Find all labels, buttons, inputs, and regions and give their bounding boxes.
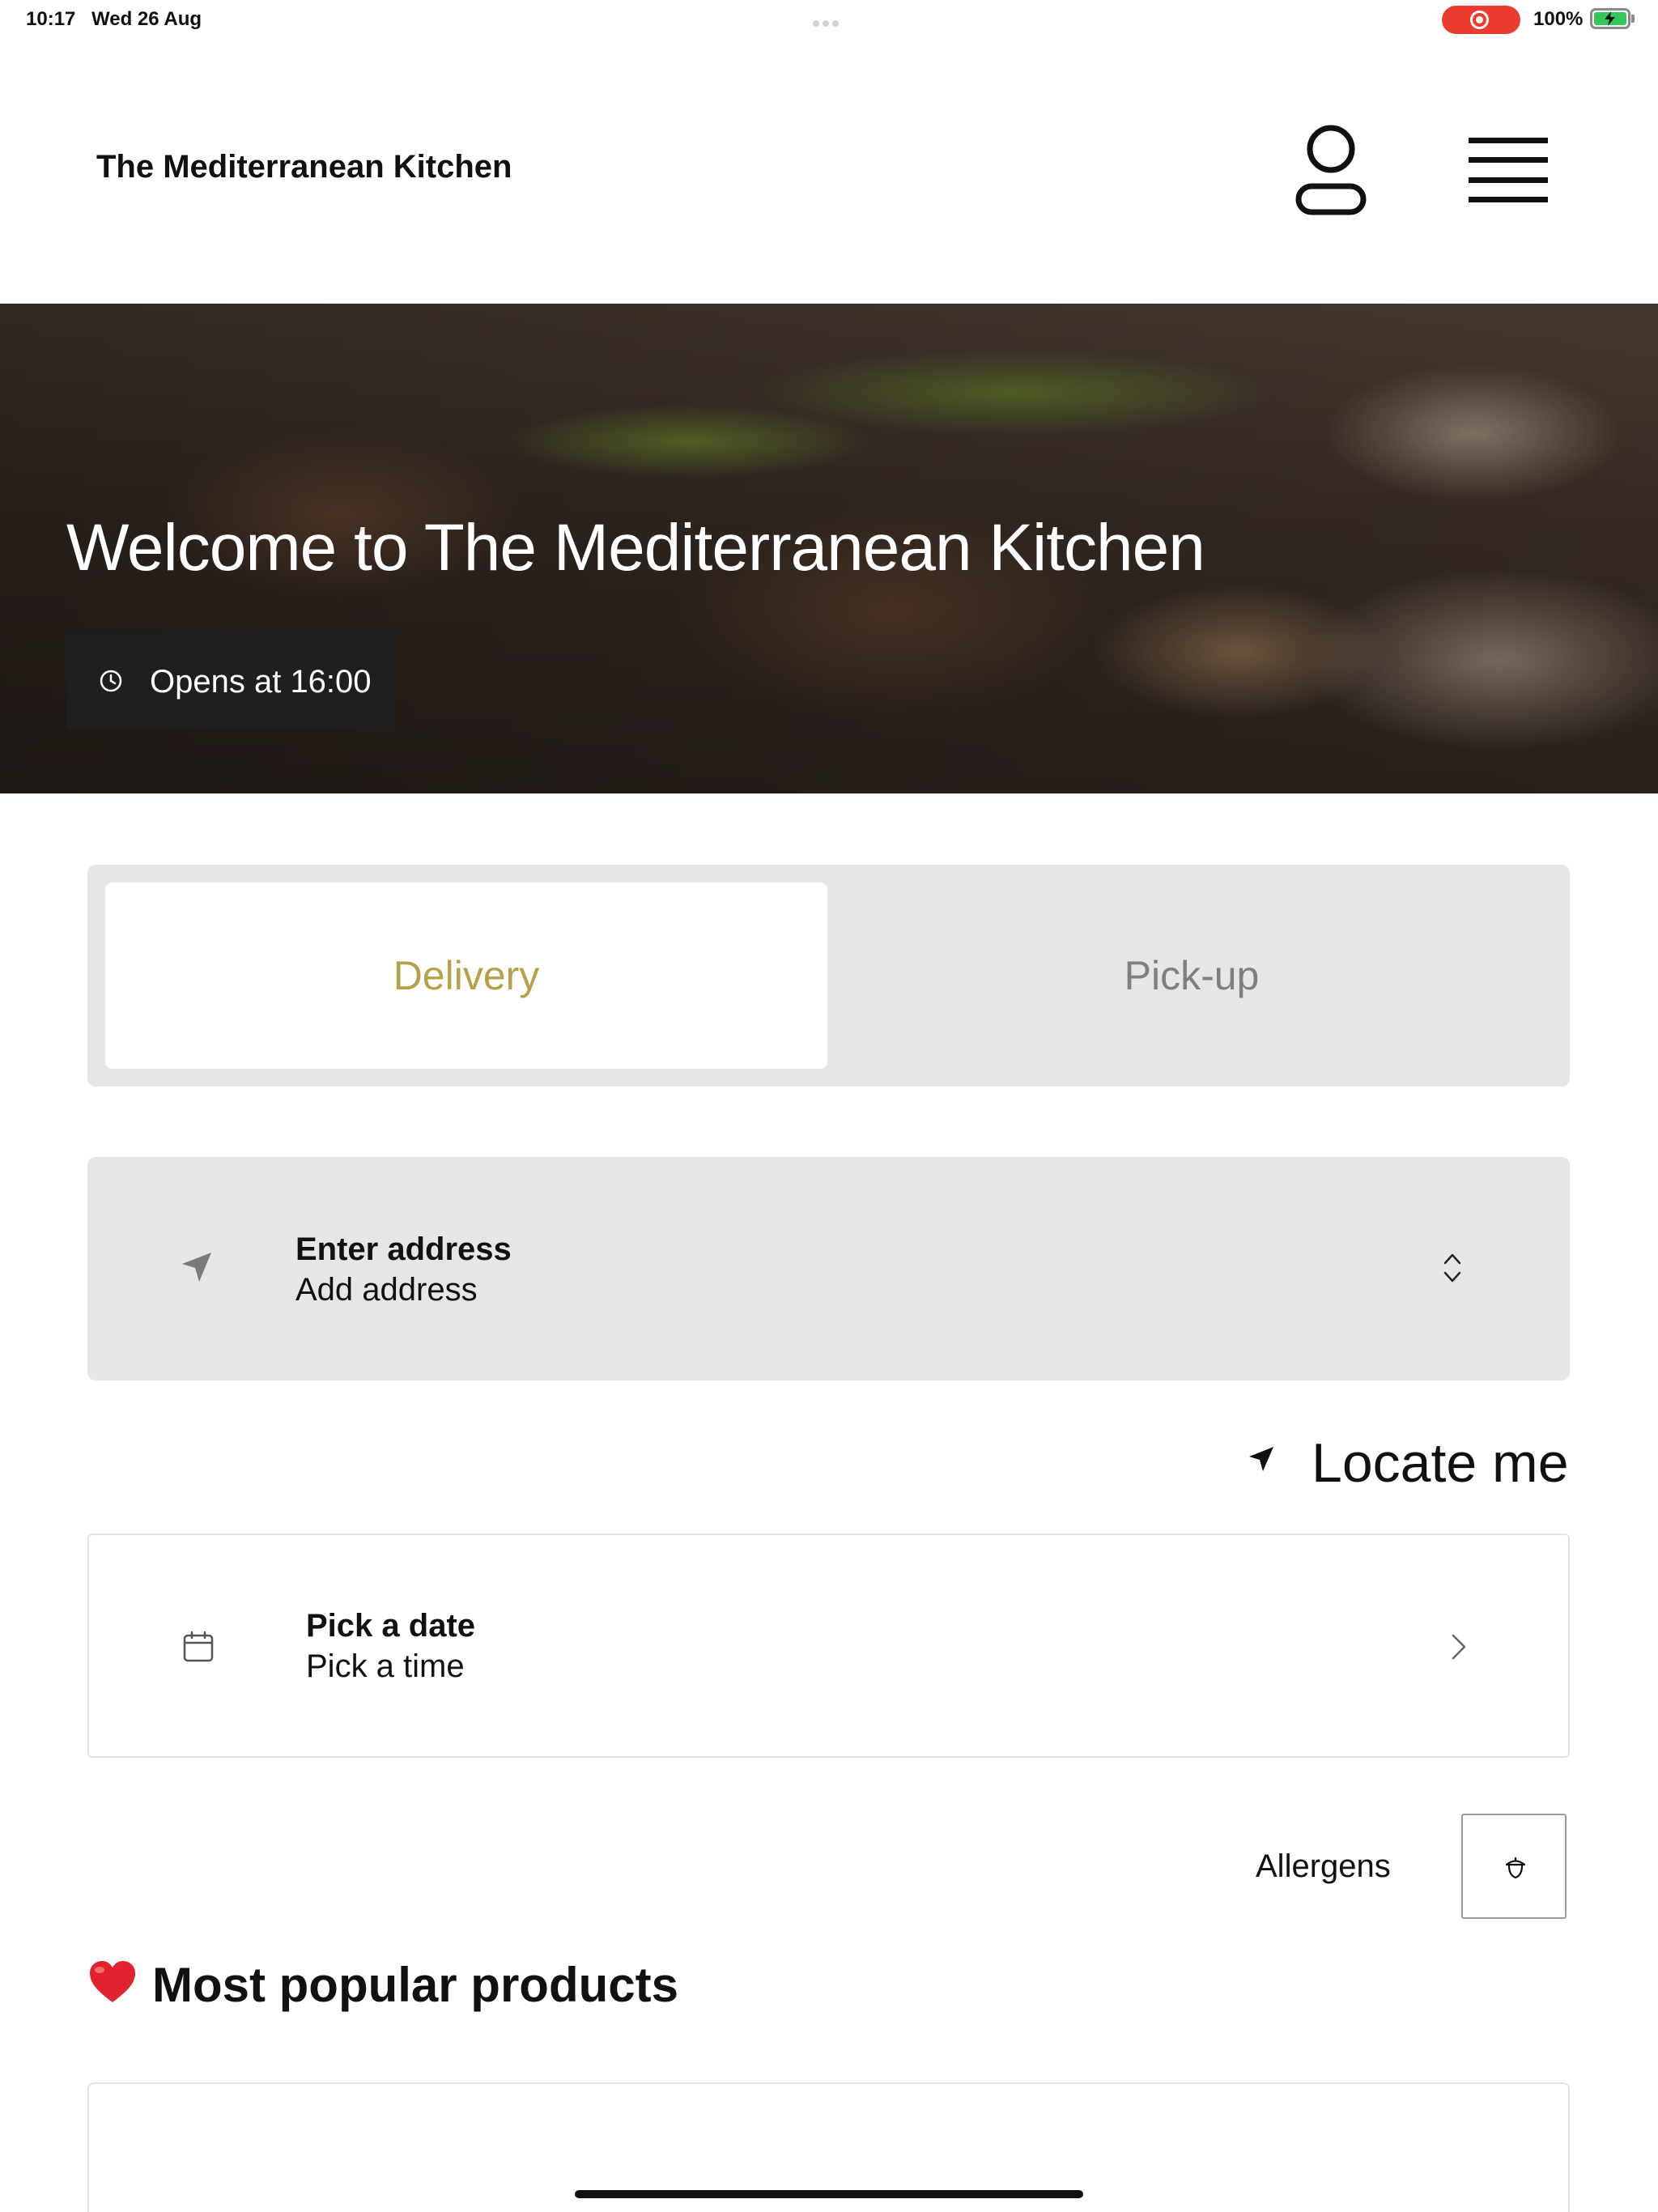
home-indicator[interactable] — [575, 2190, 1083, 2198]
date-time-picker[interactable]: Pick a date Pick a time — [87, 1534, 1570, 1758]
calendar-icon — [183, 1631, 214, 1662]
location-arrow-icon — [182, 1253, 211, 1282]
multitasking-dots-icon[interactable] — [813, 16, 845, 27]
order-type-toggle: Delivery Pick-up — [87, 865, 1570, 1087]
heart-icon — [90, 1961, 135, 2002]
chevron-right-icon — [1452, 1634, 1466, 1660]
locate-me-button[interactable]: Locate me — [1242, 1428, 1570, 1494]
clock-icon — [100, 670, 122, 692]
brand-name[interactable]: The Mediterranean Kitchen — [96, 149, 512, 185]
tab-pickup[interactable]: Pick-up — [831, 883, 1553, 1069]
allergens-button[interactable] — [1461, 1814, 1567, 1919]
status-date: Wed 26 Aug — [91, 8, 202, 30]
acorn-icon — [1505, 1857, 1526, 1879]
hero-banner: Welcome to The Mediterranean Kitchen Ope… — [0, 304, 1658, 793]
time-subtitle: Pick a time — [306, 1648, 465, 1684]
battery-cap — [1631, 15, 1635, 23]
user-account-icon[interactable] — [1290, 121, 1371, 219]
date-title: Pick a date — [306, 1608, 476, 1644]
tab-delivery[interactable]: Delivery — [105, 883, 827, 1069]
status-bar: 10:17 Wed 26 Aug 100% — [0, 0, 1658, 40]
popular-products-title: Most popular products — [152, 1958, 678, 2012]
location-arrow-icon — [1249, 1447, 1273, 1471]
address-subtitle: Add address — [295, 1272, 478, 1308]
address-title: Enter address — [295, 1231, 512, 1267]
locate-me-label: Locate me — [1312, 1432, 1569, 1494]
battery-icon — [1590, 8, 1630, 29]
hamburger-menu-icon[interactable] — [1464, 134, 1553, 208]
hero-title: Welcome to The Mediterranean Kitchen — [66, 511, 1205, 585]
allergens-label: Allergens — [1256, 1848, 1391, 1884]
battery-percentage: 100% — [1533, 8, 1584, 30]
status-time: 10:17 — [26, 8, 76, 30]
opening-hours-badge: Opens at 16:00 — [66, 633, 396, 729]
address-selector[interactable]: Enter address Add address — [87, 1157, 1570, 1380]
chevron-up-down-icon — [1443, 1253, 1461, 1283]
opening-hours-text: Opens at 16:00 — [150, 664, 372, 700]
screen-recording-icon[interactable] — [1442, 6, 1520, 34]
app-header: The Mediterranean Kitchen — [0, 40, 1658, 304]
